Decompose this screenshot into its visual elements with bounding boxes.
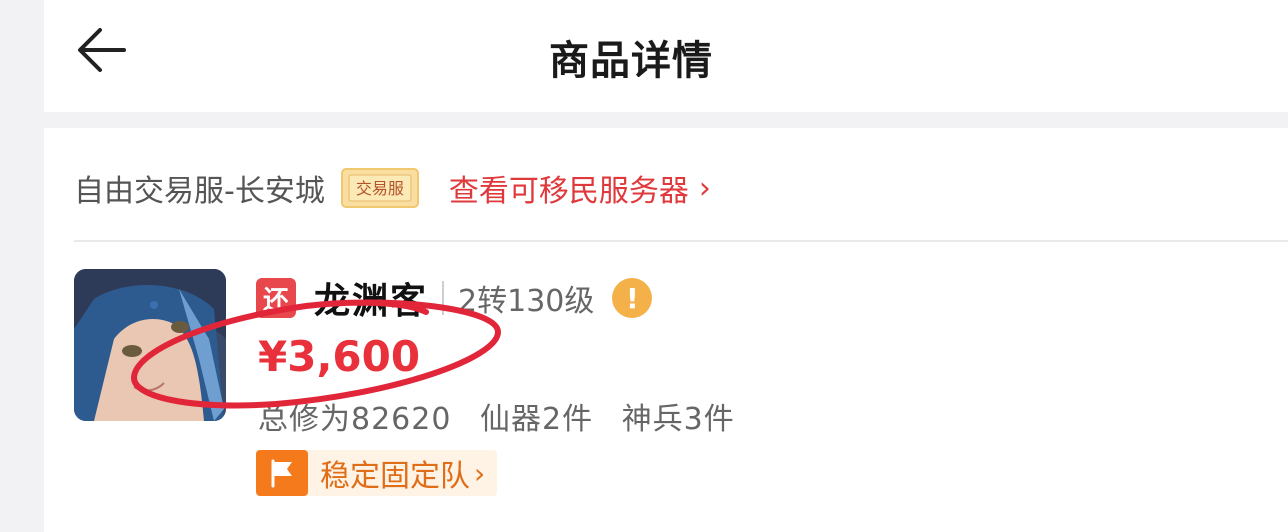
server-name: 自由交易服-长安城 <box>74 174 325 209</box>
stat-weapons: 神兵3件 <box>621 402 735 437</box>
stat-cultivation: 总修为82620 <box>258 402 452 437</box>
server-row: 自由交易服-长安城 交易服 查看可移民服务器 › <box>74 162 711 214</box>
page-title: 商品详情 <box>549 38 713 84</box>
fixed-team-label: 稳定固定队 <box>320 459 470 494</box>
price: ¥3,600 <box>258 332 421 381</box>
top-navigation-bar: 商品详情 <box>44 0 1288 112</box>
trade-server-badge-text: 交易服 <box>355 179 404 198</box>
character-name-row: 还 龙渊客 2转130级 ! <box>256 274 653 322</box>
character-stats: 总修为82620 仙器2件 神兵3件 <box>258 394 753 438</box>
migration-link-label: 查看可移民服务器 <box>448 174 689 209</box>
chevron-right-icon: › <box>474 456 486 490</box>
character-level: 2转130级 <box>458 284 595 319</box>
return-tag-icon: 还 <box>256 278 296 318</box>
divider <box>74 240 1288 242</box>
separator <box>442 281 445 315</box>
warning-icon[interactable]: ! <box>612 278 653 318</box>
stat-artifacts: 仙器2件 <box>479 402 594 437</box>
character-name: 龙渊客 <box>314 281 429 322</box>
flag-icon <box>256 450 308 496</box>
product-card: 自由交易服-长安城 交易服 查看可移民服务器 › 还 龙渊客 2转130级 ! … <box>44 128 1288 532</box>
chevron-right-icon: › <box>698 170 711 206</box>
trade-server-badge: 交易服 <box>340 166 419 210</box>
view-migration-servers-link[interactable]: 查看可移民服务器 › <box>449 166 711 210</box>
character-avatar[interactable] <box>74 269 226 421</box>
fixed-team-tag[interactable]: 稳定固定队 › <box>256 450 498 496</box>
